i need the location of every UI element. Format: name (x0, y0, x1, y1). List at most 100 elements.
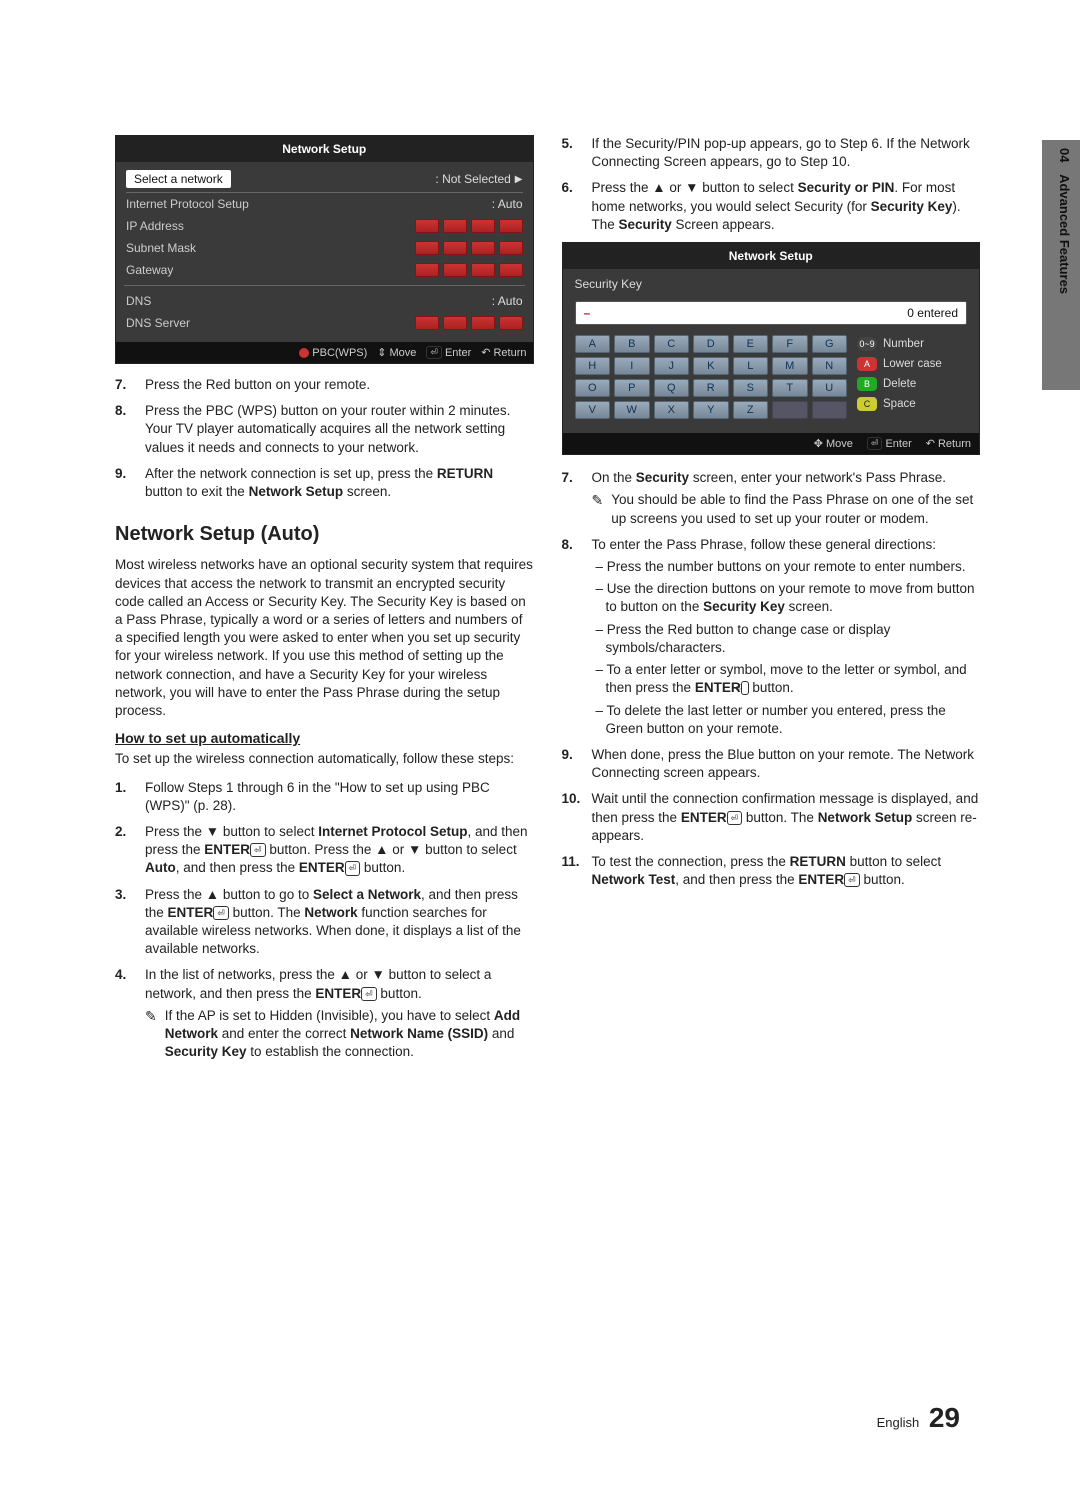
ip-octet (415, 219, 439, 233)
key-P[interactable]: P (614, 379, 650, 397)
return-icon: ↶ (481, 346, 490, 359)
step-8: Press the PBC (WPS) button on your route… (145, 402, 534, 457)
howto-auto-heading: How to set up automatically (115, 730, 534, 746)
key-A[interactable]: A (575, 335, 611, 353)
page-footer: English 29 (877, 1402, 960, 1434)
auto-step-4: In the list of networks, press the ▲ or … (145, 966, 534, 1061)
security-key-label: Security Key (563, 269, 980, 295)
auto-step-2: Press the ▼ button to select Internet Pr… (145, 823, 534, 878)
key-B[interactable]: B (614, 335, 650, 353)
key-C[interactable]: C (654, 335, 690, 353)
key-Y[interactable]: Y (693, 401, 729, 419)
num-badge: 0~9 (857, 337, 877, 351)
step-7: Press the Red button on your remote. (145, 376, 534, 394)
enter-icon: ⏎ (213, 906, 229, 920)
subnet-label: Subnet Mask (126, 241, 196, 255)
key-J[interactable]: J (654, 357, 690, 375)
key-X[interactable]: X (654, 401, 690, 419)
ip-setup-label: Internet Protocol Setup (126, 197, 249, 211)
dns-server-label: DNS Server (126, 316, 190, 330)
enter-icon: ⏎ (727, 811, 743, 825)
green-b-icon: B (857, 377, 877, 391)
key-blank[interactable] (772, 401, 808, 419)
chapter-title: Advanced Features (1057, 174, 1072, 294)
auto-step-3: Press the ▲ button to go to Select a Net… (145, 886, 534, 959)
right-step-8: To enter the Pass Phrase, follow these g… (592, 536, 981, 738)
key-W[interactable]: W (614, 401, 650, 419)
gateway-label: Gateway (126, 263, 173, 277)
move-arrows-icon: ✥ (814, 437, 823, 450)
security-keyboard-panel: Network Setup Security Key – 0 entered A… (562, 242, 981, 455)
right-step-6: Press the ▲ or ▼ button to select Securi… (592, 179, 981, 234)
heading-auto: Network Setup (Auto) (115, 523, 534, 546)
key-Q[interactable]: Q (654, 379, 690, 397)
entered-count: 0 entered (907, 306, 958, 320)
key-O[interactable]: O (575, 379, 611, 397)
enter-icon: ⏎ (426, 346, 442, 359)
key-K[interactable]: K (693, 357, 729, 375)
auto-step-1: Follow Steps 1 through 6 in the "How to … (145, 779, 534, 815)
auto-paragraph: Most wireless networks have an optional … (115, 556, 534, 720)
panel-footer: PBC(WPS) ⇕Move ⏎Enter ↶Return (116, 342, 533, 363)
step-9: After the network connection is set up, … (145, 465, 534, 501)
key-M[interactable]: M (772, 357, 808, 375)
right-step-7: On the Security screen, enter your netwo… (592, 469, 981, 528)
key-blank[interactable] (812, 401, 848, 419)
ip-address-label: IP Address (126, 219, 184, 233)
return-icon: ↶ (926, 437, 935, 450)
side-chapter-label: 04 Advanced Features (1057, 148, 1072, 294)
page-number: 29 (929, 1402, 960, 1433)
dns-label: DNS (126, 294, 151, 308)
gateway-field (415, 263, 523, 277)
kb-title: Network Setup (563, 243, 980, 269)
dns-server-field (415, 316, 523, 330)
enter-icon: ⏎ (867, 437, 883, 450)
key-E[interactable]: E (733, 335, 769, 353)
select-network-value: : Not Selected ▶ (435, 172, 522, 186)
key-R[interactable]: R (693, 379, 729, 397)
key-I[interactable]: I (614, 357, 650, 375)
ip-setup-value: : Auto (492, 197, 523, 211)
network-setup-panel: Network Setup Select a network : Not Sel… (115, 135, 534, 364)
auto-intro: To set up the wireless connection automa… (115, 750, 534, 768)
key-L[interactable]: L (733, 357, 769, 375)
right-column: 5.If the Security/PIN pop-up appears, go… (562, 135, 981, 1070)
key-N[interactable]: N (812, 357, 848, 375)
dns-value: : Auto (492, 294, 523, 308)
keyboard-legend: 0~9Number ALower case BDelete CSpace (857, 335, 967, 423)
note-icon: ✎ (145, 1007, 157, 1062)
ip-address-field (415, 219, 523, 233)
note-icon: ✎ (592, 491, 604, 527)
key-D[interactable]: D (693, 335, 729, 353)
keyboard-grid: A B C D E F G H I J K L M (575, 335, 848, 423)
enter-icon: ⏎ (741, 681, 749, 695)
select-network-label[interactable]: Select a network (126, 170, 231, 188)
enter-icon: ⏎ (361, 987, 377, 1001)
key-F[interactable]: F (772, 335, 808, 353)
key-U[interactable]: U (812, 379, 848, 397)
subnet-field (415, 241, 523, 255)
kb-footer: ✥Move ⏎Enter ↶Return (563, 433, 980, 454)
key-Z[interactable]: Z (733, 401, 769, 419)
key-H[interactable]: H (575, 357, 611, 375)
key-T[interactable]: T (772, 379, 808, 397)
key-S[interactable]: S (733, 379, 769, 397)
right-step-10: Wait until the connection confirmation m… (592, 790, 981, 845)
enter-icon: ⏎ (250, 843, 266, 857)
red-a-icon: A (857, 357, 877, 371)
enter-icon: ⏎ (345, 861, 361, 875)
right-caret-icon: ▶ (515, 174, 523, 185)
key-V[interactable]: V (575, 401, 611, 419)
updown-icon: ⇕ (377, 346, 386, 359)
cursor-icon: – (584, 306, 591, 320)
right-step-9: When done, press the Blue button on your… (592, 746, 981, 782)
key-G[interactable]: G (812, 335, 848, 353)
right-step-11: To test the connection, press the RETURN… (592, 853, 981, 889)
panel-title: Network Setup (116, 136, 533, 162)
left-column: Network Setup Select a network : Not Sel… (115, 135, 534, 1070)
security-key-input[interactable]: – 0 entered (575, 301, 968, 325)
enter-icon: ⏎ (844, 873, 860, 887)
footer-lang: English (877, 1415, 920, 1430)
yellow-c-icon: C (857, 397, 877, 411)
right-step-5: If the Security/PIN pop-up appears, go t… (592, 135, 981, 171)
